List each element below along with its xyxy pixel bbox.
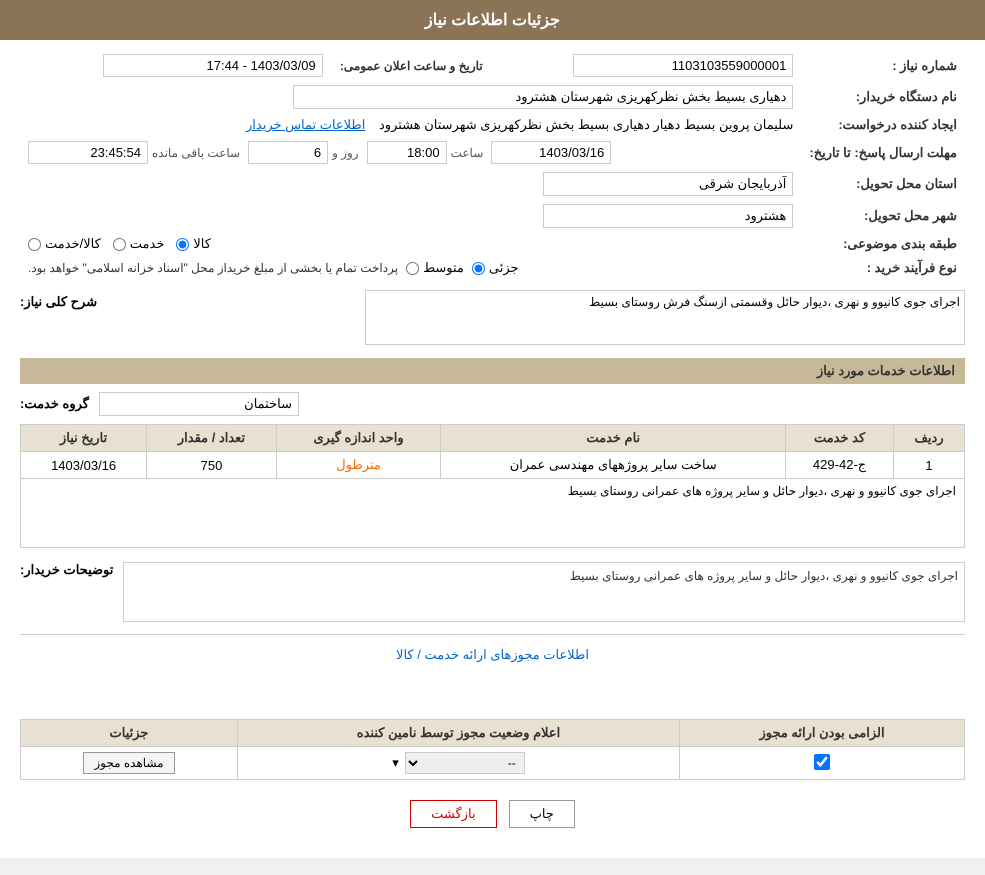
service-table: ردیف کد خدمت نام خدمت واحد اندازه گیری ت… [20, 424, 965, 548]
category-kala-radio[interactable] [176, 238, 189, 251]
buyer-notes-section: توضیحات خریدار: اجرای جوی کانیوو و نهری … [20, 558, 965, 622]
service-notes-row: اجرای جوی کانیوو و نهری ،دیوار حائل و سا… [21, 479, 965, 548]
purchase-type-row: پرداخت تمام یا بخشی از مبلغ خریداز محل "… [28, 260, 793, 276]
service-col-date: تاریخ نیاز [21, 425, 147, 452]
service-cell-code: ج-42-429 [786, 452, 894, 479]
category-kala-label: کالا [193, 236, 211, 252]
purchase-type-jozei-label: جزئی [489, 260, 519, 276]
service-notes-textarea[interactable]: اجرای جوی کانیوو و نهری ،دیوار حائل و سا… [29, 484, 956, 539]
back-button[interactable]: بازگشت [410, 800, 496, 828]
deadline-date: 1403/03/16 [491, 141, 611, 164]
creator-label: ایجاد کننده درخواست: [801, 113, 965, 137]
basic-info-table: شماره نیاز : 1103103559000001 تاریخ و سا… [20, 50, 965, 280]
license-table: الزامی بودن ارائه مجوز اعلام وضعیت مجوز … [20, 719, 965, 780]
category-label: طبقه بندی موضوعی: [801, 232, 965, 256]
print-button[interactable]: چاپ [509, 800, 575, 828]
deadline-remaining: 23:45:54 [28, 141, 148, 164]
deadline-days-label: روز و [332, 146, 359, 160]
creator-value: سلیمان پروین بسیط دهیار دهیاری بسیط بخش … [379, 117, 793, 132]
service-col-qty: تعداد / مقدار [147, 425, 276, 452]
license-required-checkbox[interactable] [814, 754, 830, 770]
license-status-select[interactable]: -- [405, 752, 525, 774]
service-group-row: گروه خدمت: ساختمان [20, 392, 965, 416]
buyer-org-value: دهیاری بسیط بخش نظرکهریزی شهرستان هشترود [293, 85, 793, 109]
main-content: شماره نیاز : 1103103559000001 تاریخ و سا… [0, 40, 985, 838]
deadline-label: مهلت ارسال پاسخ: تا تاریخ: [801, 137, 965, 168]
buyer-notes-value: اجرای جوی کانیوو و نهری ،دیوار حائل و سا… [123, 562, 965, 622]
description-label: شرح کلی نیاز: [20, 290, 97, 310]
description-section: شرح کلی نیاز: // We'll fill this via the… [20, 290, 965, 348]
chevron-down-icon: ▾ [392, 755, 399, 771]
service-col-code: کد خدمت [786, 425, 894, 452]
service-table-row: 1 ج-42-429 ساخت سایر پروژههای مهندسی عمر… [21, 452, 965, 479]
license-col-status: اعلام وضعیت مجوز توسط نامین کننده [238, 720, 680, 747]
service-col-unit: واحد اندازه گیری [276, 425, 441, 452]
deadline-row: ساعت باقی مانده 23:45:54 روز و 6 ساعت 18… [28, 141, 793, 164]
deadline-time: 18:00 [367, 141, 447, 164]
deadline-time-label: ساعت [451, 146, 484, 160]
page-title: جزئیات اطلاعات نیاز [425, 12, 560, 29]
purchase-type-label: نوع فرآیند خرید : [801, 256, 965, 280]
province-label: استان محل تحویل: [801, 168, 965, 200]
service-group-value: ساختمان [99, 392, 299, 416]
category-radio-group: کالا/خدمت خدمت کالا [28, 236, 793, 252]
service-cell-qty: 750 [147, 452, 276, 479]
province-value: آذربایجان شرقی [543, 172, 793, 196]
purchase-type-jozei-radio[interactable] [472, 262, 485, 275]
service-section-title: اطلاعات خدمات مورد نیاز [20, 358, 965, 384]
service-col-name: نام خدمت [441, 425, 786, 452]
category-kala-khadamat-radio[interactable] [28, 238, 41, 251]
page-container: جزئیات اطلاعات نیاز شماره نیاز : 1103103… [0, 0, 985, 858]
purchase-type-note: پرداخت تمام یا بخشی از مبلغ خریداز محل "… [28, 261, 398, 275]
purchase-type-motoset-label: متوسط [423, 260, 464, 276]
deadline-remaining-label: ساعت باقی مانده [152, 146, 240, 160]
announcement-label: تاریخ و ساعت اعلان عمومی: [340, 59, 483, 73]
service-col-row: ردیف [894, 425, 965, 452]
description-textarea[interactable] [365, 290, 965, 345]
buyer-org-label: نام دستگاه خریدار: [801, 81, 965, 113]
service-cell-date: 1403/03/16 [21, 452, 147, 479]
city-value: هشترود [543, 204, 793, 228]
view-license-button[interactable]: مشاهده مجوز [83, 752, 174, 774]
service-cell-unit: مترطول [276, 452, 441, 479]
license-section-title: اطلاعات مجوزهای ارائه خدمت / کالا [20, 647, 965, 663]
service-cell-name: ساخت سایر پروژههای مهندسی عمران [441, 452, 786, 479]
section-divider [20, 634, 965, 635]
bottom-buttons: چاپ بازگشت [20, 800, 965, 828]
description-container: // We'll fill this via the populate scri… [107, 290, 965, 348]
license-required-cell [680, 747, 965, 780]
city-label: شهر محل تحویل: [801, 200, 965, 232]
service-cell-row: 1 [894, 452, 965, 479]
category-kala-khadamat-label: کالا/خدمت [45, 236, 101, 252]
buyer-notes-label: توضیحات خریدار: [20, 558, 113, 578]
category-khadamat-label: خدمت [130, 236, 165, 252]
service-group-label: گروه خدمت: [20, 396, 89, 412]
license-row: -- ▾ مشاهده مجوز [21, 747, 965, 780]
license-col-required: الزامی بودن ارائه مجوز [680, 720, 965, 747]
creator-contact-link[interactable]: اطلاعات تماس خریدار [246, 117, 365, 132]
deadline-days: 6 [248, 141, 328, 164]
announcement-value: 1403/03/09 - 17:44 [103, 54, 323, 77]
need-number-label: شماره نیاز : [801, 50, 965, 81]
category-khadamat-radio[interactable] [113, 238, 126, 251]
need-number-value: 1103103559000001 [573, 54, 793, 77]
spacer [20, 671, 965, 711]
page-header: جزئیات اطلاعات نیاز [0, 0, 985, 40]
purchase-type-motoset-radio[interactable] [406, 262, 419, 275]
license-col-details: جزئیات [21, 720, 238, 747]
